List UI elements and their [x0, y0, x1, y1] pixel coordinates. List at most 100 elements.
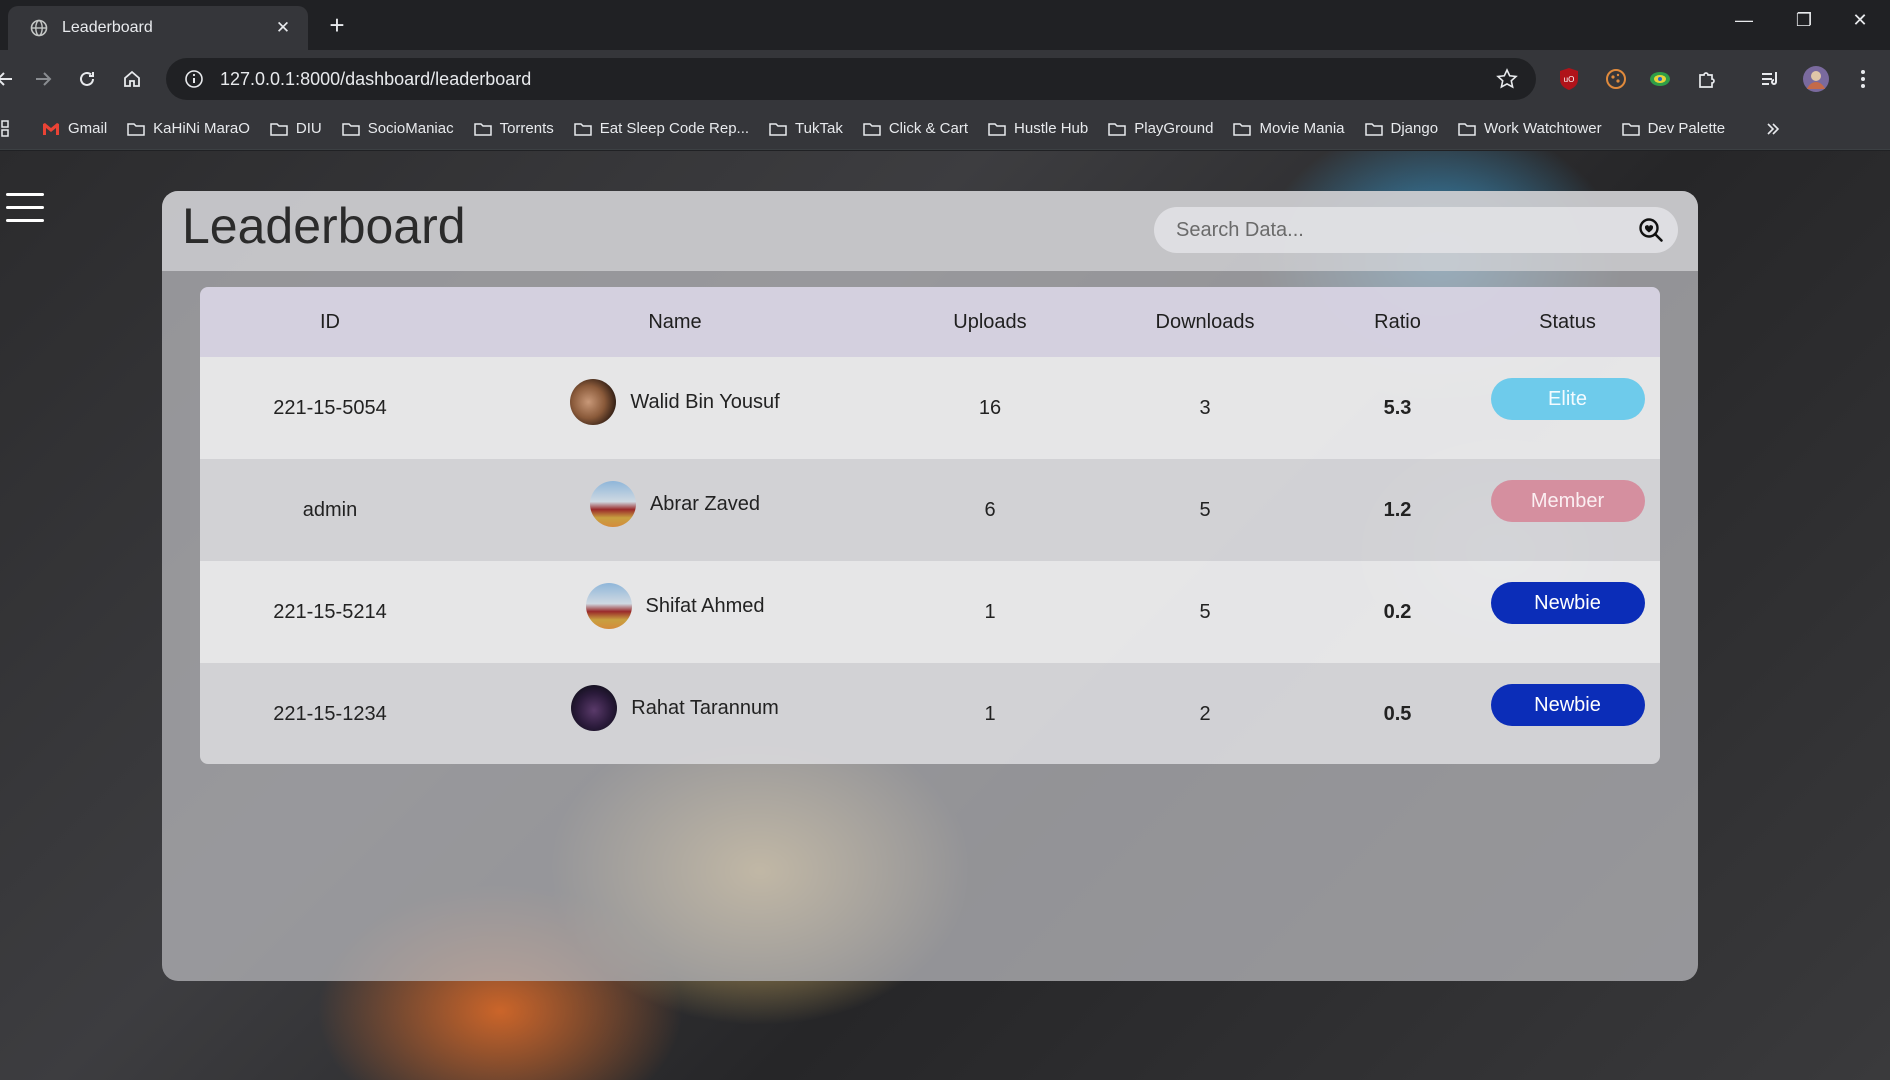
svg-text:uO: uO	[1564, 75, 1575, 84]
bookmark-folder[interactable]: TukTak	[769, 120, 843, 137]
bookmark-folder[interactable]: DIU	[270, 120, 322, 137]
cell-downloads: 5	[1199, 498, 1211, 521]
bookmark-folder[interactable]: Django	[1364, 120, 1438, 137]
reload-icon	[80, 71, 94, 86]
cell-id: 221-15-5214	[273, 600, 387, 623]
folder-icon	[574, 122, 592, 136]
user-name[interactable]: Walid Bin Yousuf	[630, 391, 779, 414]
cell-downloads: 5	[1199, 600, 1211, 623]
apps-grid-icon[interactable]	[0, 119, 18, 138]
user-name[interactable]: Rahat Tarannum	[631, 697, 779, 720]
home-button[interactable]	[115, 62, 149, 96]
url-text[interactable]: 127.0.0.1:8000/dashboard/leaderboard	[220, 69, 1496, 90]
forward-arrow-icon	[36, 72, 52, 86]
table-header-row: ID Name Uploads Downloads Ratio Status	[200, 287, 1660, 357]
tab-bar: Leaderboard ✕ + — ❐ ✕	[0, 0, 1890, 50]
bookmark-folder[interactable]: Movie Mania	[1233, 120, 1345, 137]
close-window-button[interactable]: ✕	[1840, 10, 1880, 31]
status-badge: Newbie	[1490, 684, 1645, 726]
back-arrow-icon	[0, 72, 12, 86]
column-header-name[interactable]: Name	[460, 287, 890, 357]
folder-icon	[270, 122, 288, 136]
folder-icon	[1233, 122, 1252, 136]
cell-id: 221-15-1234	[273, 702, 387, 725]
cell-ratio: 1.2	[1383, 498, 1412, 521]
color-extension-icon[interactable]	[1645, 64, 1675, 94]
cell-status: Member	[1475, 459, 1660, 561]
avatar[interactable]	[589, 481, 636, 527]
bookmark-folder[interactable]: Work Watchtower	[1458, 120, 1602, 137]
media-controls-icon[interactable]	[1755, 64, 1785, 94]
table-row: 221-15-5214 Shifat Ahmed 1 5 0.2 Newbie	[200, 561, 1660, 663]
cell-name: Abrar Zaved	[460, 459, 890, 561]
leaderboard-card: Leaderboard ID Name	[162, 191, 1698, 981]
bookmark-folder[interactable]: Dev Palette	[1621, 120, 1725, 137]
avatar[interactable]	[585, 583, 632, 629]
page-title: Leaderboard	[182, 198, 466, 254]
avatar[interactable]	[571, 685, 618, 731]
column-header-ratio[interactable]: Ratio	[1320, 287, 1475, 357]
cell-name: Shifat Ahmed	[460, 561, 890, 663]
cookie-extension-icon[interactable]	[1601, 64, 1631, 94]
folder-icon	[473, 122, 492, 136]
new-tab-button[interactable]: +	[322, 10, 352, 41]
cell-status: Elite	[1475, 357, 1660, 459]
bookmark-folder[interactable]: Click & Cart	[863, 120, 968, 137]
folder-icon	[1621, 122, 1640, 136]
extensions-puzzle-icon[interactable]	[1692, 64, 1722, 94]
cell-uploads: 1	[984, 702, 996, 725]
bookmark-folder[interactable]: PlayGround	[1108, 120, 1213, 137]
forward-button[interactable]	[26, 62, 60, 96]
folder-icon	[1108, 122, 1126, 136]
profile-avatar[interactable]	[1801, 64, 1831, 94]
search-input[interactable]	[1176, 218, 1638, 242]
search-icon[interactable]	[1638, 217, 1664, 243]
browser-menu-icon[interactable]	[1848, 64, 1878, 94]
reload-button[interactable]	[70, 62, 104, 96]
address-bar[interactable]: 127.0.0.1:8000/dashboard/leaderboard	[166, 58, 1536, 100]
user-name[interactable]: Abrar Zaved	[650, 493, 760, 516]
cell-name: Walid Bin Yousuf	[460, 357, 890, 459]
table-row: 221-15-5054 Walid Bin Yousuf 16 3 5.3 El…	[200, 357, 1660, 459]
cell-status: Newbie	[1475, 663, 1660, 764]
close-tab-icon[interactable]: ✕	[272, 18, 294, 38]
cell-name: Rahat Tarannum	[460, 663, 890, 764]
bookmark-folder[interactable]: Torrents	[473, 120, 554, 137]
table-row: 221-15-1234 Rahat Tarannum 1 2 0.5 Newbi…	[200, 663, 1660, 764]
back-button[interactable]	[0, 62, 22, 96]
column-header-uploads[interactable]: Uploads	[890, 287, 1090, 357]
bookmark-star-icon[interactable]	[1496, 68, 1518, 90]
more-bookmarks-chevron-icon[interactable]	[1765, 121, 1789, 137]
user-name[interactable]: Shifat Ahmed	[646, 595, 765, 618]
folder-icon	[988, 122, 1006, 136]
bookmarks-bar: Gmail KaHiNi MaraO DIU SocioManiac Torre…	[0, 108, 1890, 150]
status-badge: Elite	[1490, 378, 1645, 420]
column-header-downloads[interactable]: Downloads	[1090, 287, 1320, 357]
cell-id: admin	[302, 498, 358, 521]
leaderboard-table: ID Name Uploads Downloads Ratio Status 2…	[200, 287, 1660, 764]
column-header-id[interactable]: ID	[200, 287, 460, 357]
bookmark-folder[interactable]: Hustle Hub	[988, 120, 1088, 137]
bookmark-folder[interactable]: KaHiNi MaraO	[127, 120, 250, 137]
home-icon	[124, 70, 140, 87]
cell-ratio: 0.5	[1383, 702, 1412, 725]
cell-uploads: 16	[978, 396, 1002, 419]
folder-icon	[341, 122, 360, 136]
cell-downloads: 2	[1199, 702, 1211, 725]
search-box[interactable]	[1154, 207, 1678, 253]
avatar[interactable]	[570, 379, 617, 425]
site-info-icon[interactable]	[184, 69, 204, 89]
bookmark-folder[interactable]: SocioManiac	[341, 120, 454, 137]
cell-ratio: 5.3	[1383, 396, 1412, 419]
column-header-status[interactable]: Status	[1475, 287, 1660, 357]
tab-leaderboard[interactable]: Leaderboard ✕	[8, 6, 308, 50]
table-row: admin Abrar Zaved 6 5 1.2 Member	[200, 459, 1660, 561]
bookmark-folder[interactable]: Eat Sleep Code Rep...	[574, 120, 749, 137]
folder-icon	[769, 122, 787, 136]
bookmark-gmail[interactable]: Gmail	[42, 120, 107, 137]
ublock-extension-icon[interactable]: uO	[1554, 64, 1584, 94]
restore-button[interactable]: ❐	[1784, 10, 1824, 31]
gmail-icon	[43, 122, 59, 135]
hamburger-menu-icon[interactable]	[6, 193, 44, 227]
minimize-button[interactable]: —	[1724, 10, 1764, 31]
